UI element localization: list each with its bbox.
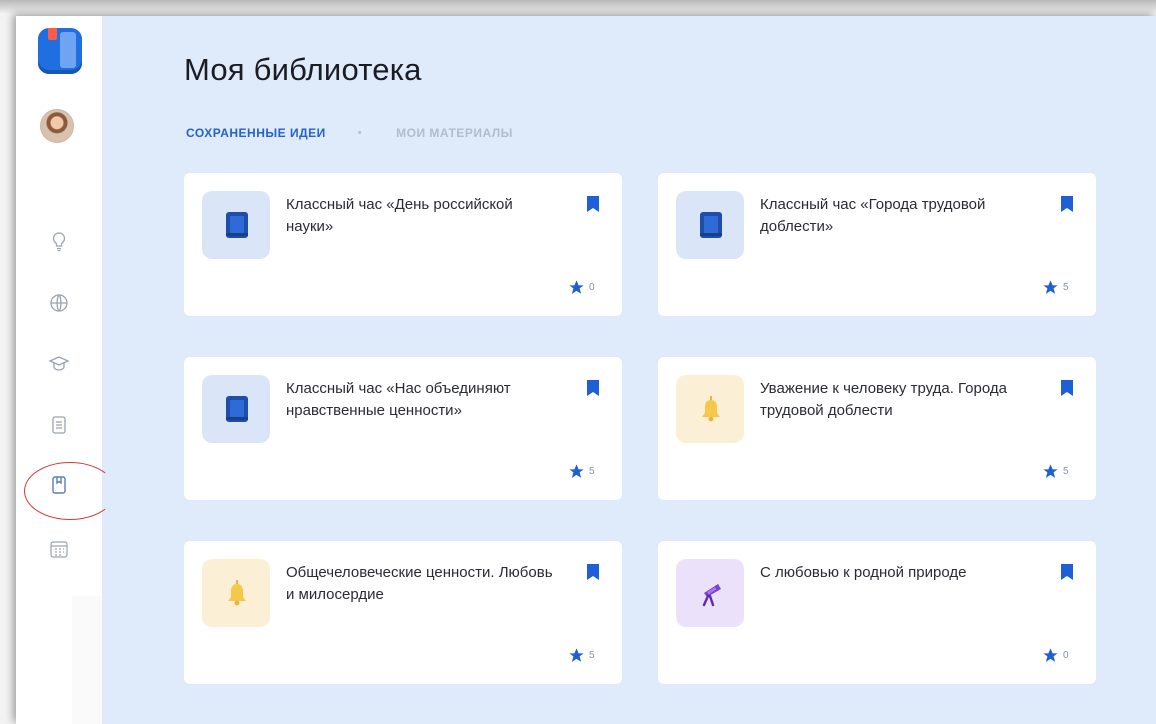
card-thumbnail — [676, 191, 744, 259]
star-icon — [1043, 464, 1058, 478]
tab-my-materials[interactable]: МОИ МАТЕРИАЛЫ — [396, 126, 513, 140]
bookmark-icon[interactable] — [586, 563, 600, 581]
card-thumbnail — [202, 375, 270, 443]
card[interactable]: С любовью к родной природе 0 — [658, 541, 1096, 684]
book-icon — [226, 396, 248, 422]
logo-tab — [48, 28, 57, 40]
card[interactable]: Уважение к человеку труда. Города трудов… — [658, 357, 1096, 500]
sidebar — [16, 16, 102, 724]
page-title: Моя библиотека — [184, 52, 422, 87]
rating: 0 — [1042, 647, 1069, 664]
sidebar-bottom-panel — [72, 596, 102, 724]
card-thumbnail — [676, 559, 744, 627]
telescope-icon — [702, 584, 721, 607]
star-icon — [1043, 280, 1058, 294]
document-icon[interactable] — [48, 414, 70, 436]
library-tabs: СОХРАНЕННЫЕ ИДЕИ • МОИ МАТЕРИАЛЫ — [186, 126, 513, 140]
rating: 5 — [1042, 279, 1069, 296]
card[interactable]: Классный час «Города трудовой доблести» … — [658, 173, 1096, 316]
card-thumbnail — [202, 559, 270, 627]
bookmark-icon[interactable] — [586, 195, 600, 213]
card-title: Общечеловеческие ценности. Любовь и мило… — [286, 564, 553, 603]
logo-page — [60, 32, 76, 68]
book-icon — [226, 212, 248, 238]
annotation-circle — [24, 462, 116, 520]
card[interactable]: Классный час «День российской науки» 0 — [184, 173, 622, 316]
book-icon — [700, 212, 722, 238]
rating-value: 0 — [1063, 650, 1069, 661]
star-icon — [569, 648, 584, 662]
rating-value: 0 — [589, 282, 595, 293]
rating-value: 5 — [589, 466, 595, 477]
avatar[interactable] — [40, 109, 74, 143]
rating: 5 — [568, 647, 595, 664]
card-title: Классный час «Нас объединяют нравственны… — [286, 380, 511, 419]
card-title: Классный час «День российской науки» — [286, 196, 513, 235]
card-title: С любовью к родной природе — [760, 564, 967, 581]
card-title: Классный час «Города трудовой доблести» — [760, 196, 986, 235]
card[interactable]: Общечеловеческие ценности. Любовь и мило… — [184, 541, 622, 684]
bell-icon — [702, 396, 720, 422]
star-icon — [1043, 648, 1058, 662]
bookmark-icon[interactable] — [1060, 563, 1074, 581]
card-title: Уважение к человеку труда. Города трудов… — [760, 380, 1007, 419]
card[interactable]: Классный час «Нас объединяют нравственны… — [184, 357, 622, 500]
star-icon — [569, 464, 584, 478]
rating: 0 — [568, 279, 595, 296]
bookmark-icon[interactable] — [1060, 379, 1074, 397]
bookmark-icon[interactable] — [586, 379, 600, 397]
lightbulb-icon[interactable] — [48, 230, 70, 252]
tab-saved-ideas[interactable]: СОХРАНЕННЫЕ ИДЕИ — [186, 126, 326, 140]
app-logo[interactable] — [38, 28, 82, 74]
rating: 5 — [568, 463, 595, 480]
top-shadow — [0, 0, 1156, 14]
rating-value: 5 — [1063, 466, 1069, 477]
star-icon — [569, 280, 584, 294]
rating: 5 — [1042, 463, 1069, 480]
tab-separator: • — [357, 127, 363, 139]
bell-icon — [228, 580, 246, 606]
globe-icon[interactable] — [48, 292, 70, 314]
rating-value: 5 — [1063, 282, 1069, 293]
card-thumbnail — [202, 191, 270, 259]
card-thumbnail — [676, 375, 744, 443]
bookmark-icon[interactable] — [1060, 195, 1074, 213]
graduation-cap-icon[interactable] — [48, 352, 70, 374]
calendar-icon[interactable] — [48, 538, 70, 560]
app-window: Моя библиотека СОХРАНЕННЫЕ ИДЕИ • МОИ МА… — [16, 16, 1156, 724]
rating-value: 5 — [589, 650, 595, 661]
